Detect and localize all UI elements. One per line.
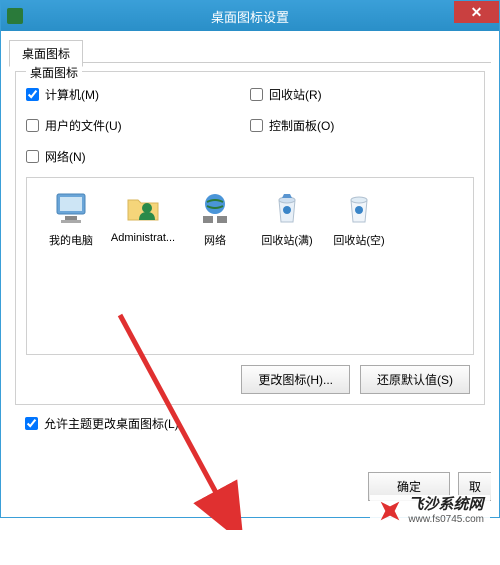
checkbox-userfiles[interactable]: 用户的文件(U) [26,117,250,134]
watermark-url: www.fs0745.com [408,514,484,525]
watermark-title: 飞沙系统网 [408,497,484,514]
icon-label-administrator: Administrat... [111,232,175,244]
watermark-logo-icon [376,497,404,525]
icon-item-my-computer[interactable]: 我的电脑 [35,190,107,248]
checkbox-computer-input[interactable] [26,88,39,101]
theme-checkbox-input[interactable] [25,417,38,430]
checkbox-grid: 计算机(M) 回收站(R) 用户的文件(U) 控制面板(O) 网络(N) [26,86,474,165]
groupbox-desktop-icons: 桌面图标 计算机(M) 回收站(R) 用户的文件(U) 控制面板(O) [15,71,485,405]
watermark: 飞沙系统网 www.fs0745.com [370,495,490,527]
checkbox-network-input[interactable] [26,150,39,163]
checkbox-recyclebin-input[interactable] [250,88,263,101]
groupbox-label: 桌面图标 [26,64,82,81]
icon-button-row: 更改图标(H)... 还原默认值(S) [26,365,474,394]
checkbox-controlpanel[interactable]: 控制面板(O) [250,117,474,134]
checkbox-network[interactable]: 网络(N) [26,148,250,165]
checkbox-recyclebin-label: 回收站(R) [269,86,322,103]
app-icon [7,8,23,24]
tab-desktop-icons[interactable]: 桌面图标 [9,40,83,67]
titlebar[interactable]: 桌面图标设置 ✕ [1,1,499,31]
checkbox-computer-label: 计算机(M) [45,86,99,103]
window-frame: 桌面图标设置 ✕ 桌面图标 桌面图标 计算机(M) 回收站(R) 用 [0,0,500,518]
checkbox-computer[interactable]: 计算机(M) [26,86,250,103]
tab-strip: 桌面图标 [9,39,491,63]
checkbox-network-label: 网络(N) [45,148,86,165]
icon-item-network[interactable]: 网络 [179,190,251,248]
recyclebin-full-icon [269,190,305,226]
close-icon: ✕ [471,4,483,21]
restore-default-button[interactable]: 还原默认值(S) [360,365,470,394]
window-title: 桌面图标设置 [211,7,289,26]
checkbox-controlpanel-label: 控制面板(O) [269,117,334,134]
checkbox-recyclebin[interactable]: 回收站(R) [250,86,474,103]
theme-checkbox[interactable]: 允许主题更改桌面图标(L) [25,415,491,432]
close-button[interactable]: ✕ [454,1,499,23]
user-folder-icon [125,190,161,226]
icon-label-network: 网络 [204,232,226,248]
icon-item-administrator[interactable]: Administrat... [107,190,179,244]
computer-icon [53,190,89,226]
network-icon [197,190,233,226]
change-icon-button[interactable]: 更改图标(H)... [241,365,350,394]
recyclebin-empty-icon [341,190,377,226]
checkbox-controlpanel-input[interactable] [250,119,263,132]
icon-item-recyclebin-full[interactable]: 回收站(满) [251,190,323,248]
icon-label-my-computer: 我的电脑 [49,232,93,248]
watermark-text: 飞沙系统网 www.fs0745.com [408,497,484,525]
checkbox-userfiles-label: 用户的文件(U) [45,117,122,134]
theme-checkbox-label: 允许主题更改桌面图标(L) [44,415,179,432]
icon-list[interactable]: 我的电脑 Administrat... [26,177,474,355]
icon-label-recyclebin-empty: 回收站(空) [333,232,384,248]
icon-item-recyclebin-empty[interactable]: 回收站(空) [323,190,395,248]
content-area: 桌面图标 桌面图标 计算机(M) 回收站(R) 用户的文件(U) [1,31,499,517]
icon-label-recyclebin-full: 回收站(满) [261,232,312,248]
checkbox-userfiles-input[interactable] [26,119,39,132]
